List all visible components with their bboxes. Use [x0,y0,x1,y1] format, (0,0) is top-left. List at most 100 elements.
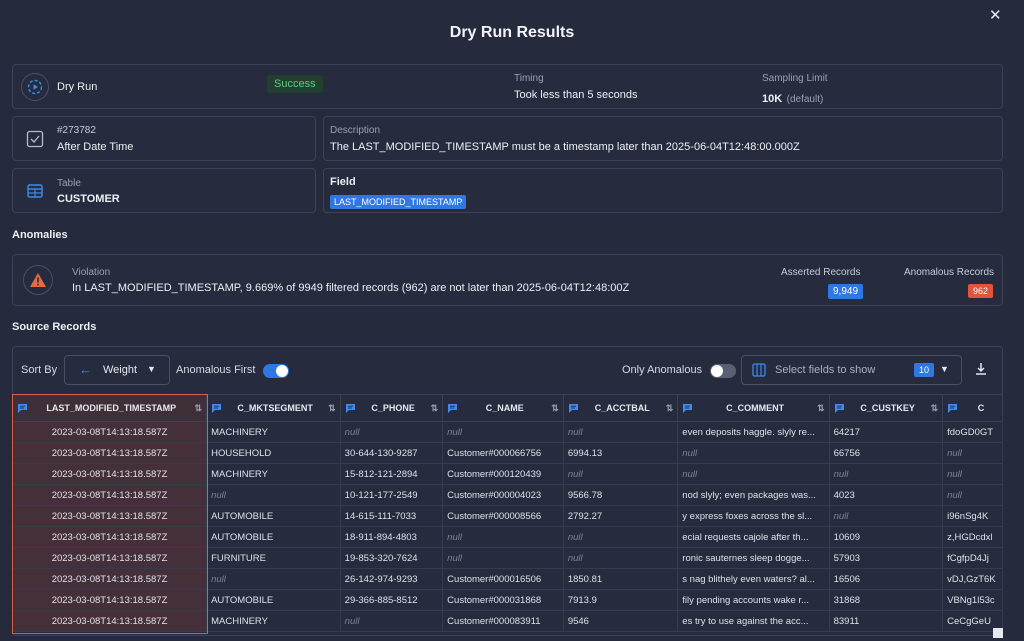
table-cell: 31868 [828,589,944,611]
table-cell: 16506 [828,568,944,590]
sort-icon[interactable]: ⇅ [328,403,336,414]
table-cell: 57903 [828,547,944,569]
table-cell: 2023-03-08T14:13:18.587Z [12,589,208,611]
table-cell: Customer#000066756 [442,442,564,464]
table-cell: 9566.78 [562,484,679,506]
check-card: #273782 After Date Time [12,116,316,161]
arrow-left-icon: ← [79,362,92,377]
table-cell: fdoGD0GT [942,421,1003,443]
column-header[interactable]: C_MKTSEGMENT ⇅ [206,394,341,422]
sort-icon[interactable]: ⇅ [666,403,674,414]
table-cell: FURNITURE [206,547,341,569]
table-cell: even deposits haggle. slyly re... [677,421,830,443]
text-type-icon [448,403,458,413]
table-row[interactable]: 2023-03-08T14:13:18.587Z HOUSEHOLD 30-644-… [12,442,1003,464]
column-header-content: C_ACCTBAL ⇅ [568,403,673,414]
asserted-label: Asserted Records [781,267,861,278]
table-cell: null [339,421,444,443]
scroll-corner[interactable] [993,628,1003,638]
columns-icon [752,363,766,382]
status-badge: Success [267,75,323,93]
table-row[interactable]: 2023-03-08T14:13:18.587Z null 26-142-974-9… [12,568,1003,590]
sampling-value: 10K [762,93,783,105]
download-icon[interactable] [974,362,988,381]
table-cell: 66756 [828,442,944,464]
asserted-badge: 9,949 [828,284,864,299]
table-cell: null [339,610,444,632]
table-cell: VBNg1l53c [942,589,1003,611]
fields-placeholder: Select fields to show [775,364,876,376]
sort-icon[interactable]: ⇅ [431,403,439,414]
timing-label: Timing [514,73,544,84]
table-cell: 2023-03-08T14:13:18.587Z [12,505,208,527]
text-type-icon [18,403,27,413]
table-cell: 2023-03-08T14:13:18.587Z [12,421,208,443]
source-records-heading: Source Records [12,321,97,333]
column-header[interactable]: LAST_MODIFIED_TIMESTAMP ⇅ [12,394,208,422]
table-cell: null [206,568,341,590]
table-cell: null [442,547,564,569]
table-cell: null [942,484,1003,506]
column-header[interactable]: C_CUSTKEY ⇅ [828,394,944,422]
table-cell: 83911 [828,610,944,632]
anomalies-heading: Anomalies [12,229,68,241]
anomalous-badge-wrap: 962 [968,281,994,299]
table-row[interactable]: 2023-03-08T14:13:18.587Z MACHINERY null Cus… [12,610,1003,632]
table-cell: Customer#000083911 [442,610,564,632]
table-cell: null [942,442,1003,464]
table-cell: AUTOMOBILE [206,505,341,527]
table-label: Table [57,178,81,189]
column-header-content: C_COMMENT ⇅ [682,403,825,414]
field-card: Field LAST_MODIFIED_TIMESTAMP [323,168,1003,213]
column-header-content: C_NAME ⇅ [447,403,559,414]
records-body: 2023-03-08T14:13:18.587Z MACHINERY null nul… [12,421,1003,632]
table-cell: 2023-03-08T14:13:18.587Z [12,610,208,632]
fields-count-badge: 10 [914,363,935,377]
check-id: #273782 [57,125,96,136]
table-cell: Customer#000031868 [442,589,564,611]
sort-select[interactable]: ← Weight ▼ [64,355,170,385]
table-cell: 1850.81 [562,568,679,590]
table-cell: 2792.27 [562,505,679,527]
table-row[interactable]: 2023-03-08T14:13:18.587Z AUTOMOBILE 14-615… [12,505,1003,527]
table-cell: MACHINERY [206,421,341,443]
table-cell: null [562,526,679,548]
column-header[interactable]: C [942,394,1003,422]
table-row[interactable]: 2023-03-08T14:13:18.587Z MACHINERY 15-812-… [12,463,1003,485]
table-cell: 2023-03-08T14:13:18.587Z [12,568,208,590]
table-cell: 2023-03-08T14:13:18.587Z [12,526,208,548]
text-type-icon [683,403,693,413]
close-icon[interactable]: ✕ [989,8,1002,24]
column-header[interactable]: C_PHONE ⇅ [339,394,444,422]
table-row[interactable]: 2023-03-08T14:13:18.587Z AUTOMOBILE 29-366… [12,589,1003,611]
sampling-note: (default) [786,94,824,105]
fields-select[interactable]: Select fields to show 10 ▼ [741,355,962,385]
column-header-label: C_ACCTBAL [594,403,650,413]
table-row[interactable]: 2023-03-08T14:13:18.587Z MACHINERY null nul… [12,421,1003,443]
column-header[interactable]: C_NAME ⇅ [442,394,564,422]
table-cell: Customer#000120439 [442,463,564,485]
table-cell: 64217 [828,421,944,443]
violation-text: In LAST_MODIFIED_TIMESTAMP, 9.669% of 99… [72,282,630,294]
field-chip-wrap: LAST_MODIFIED_TIMESTAMP [330,192,467,210]
column-header-label: C [977,403,985,413]
sort-icon[interactable]: ⇅ [817,403,825,414]
column-header-content: C_CUSTKEY ⇅ [834,403,939,414]
table-row[interactable]: 2023-03-08T14:13:18.587Z AUTOMOBILE 18-911… [12,526,1003,548]
table-row[interactable]: 2023-03-08T14:13:18.587Z null 10-121-177-2… [12,484,1003,506]
table-cell: null [206,484,341,506]
column-header[interactable]: C_COMMENT ⇅ [677,394,830,422]
text-type-icon [212,403,222,413]
table-row[interactable]: 2023-03-08T14:13:18.587Z FURNITURE 19-853-… [12,547,1003,569]
dry-run-label: Dry Run [57,81,98,93]
table-cell: ecial requests cajole after th... [677,526,830,548]
sort-icon[interactable]: ⇅ [195,403,203,414]
sort-icon[interactable]: ⇅ [551,403,559,414]
anomalous-first-toggle[interactable] [263,364,289,378]
sort-icon[interactable]: ⇅ [931,403,939,414]
only-anomalous-toggle[interactable] [710,364,736,378]
table-cell: null [828,463,944,485]
column-header-content: C [947,403,998,414]
field-chip: LAST_MODIFIED_TIMESTAMP [330,195,467,209]
column-header[interactable]: C_ACCTBAL ⇅ [562,394,679,422]
